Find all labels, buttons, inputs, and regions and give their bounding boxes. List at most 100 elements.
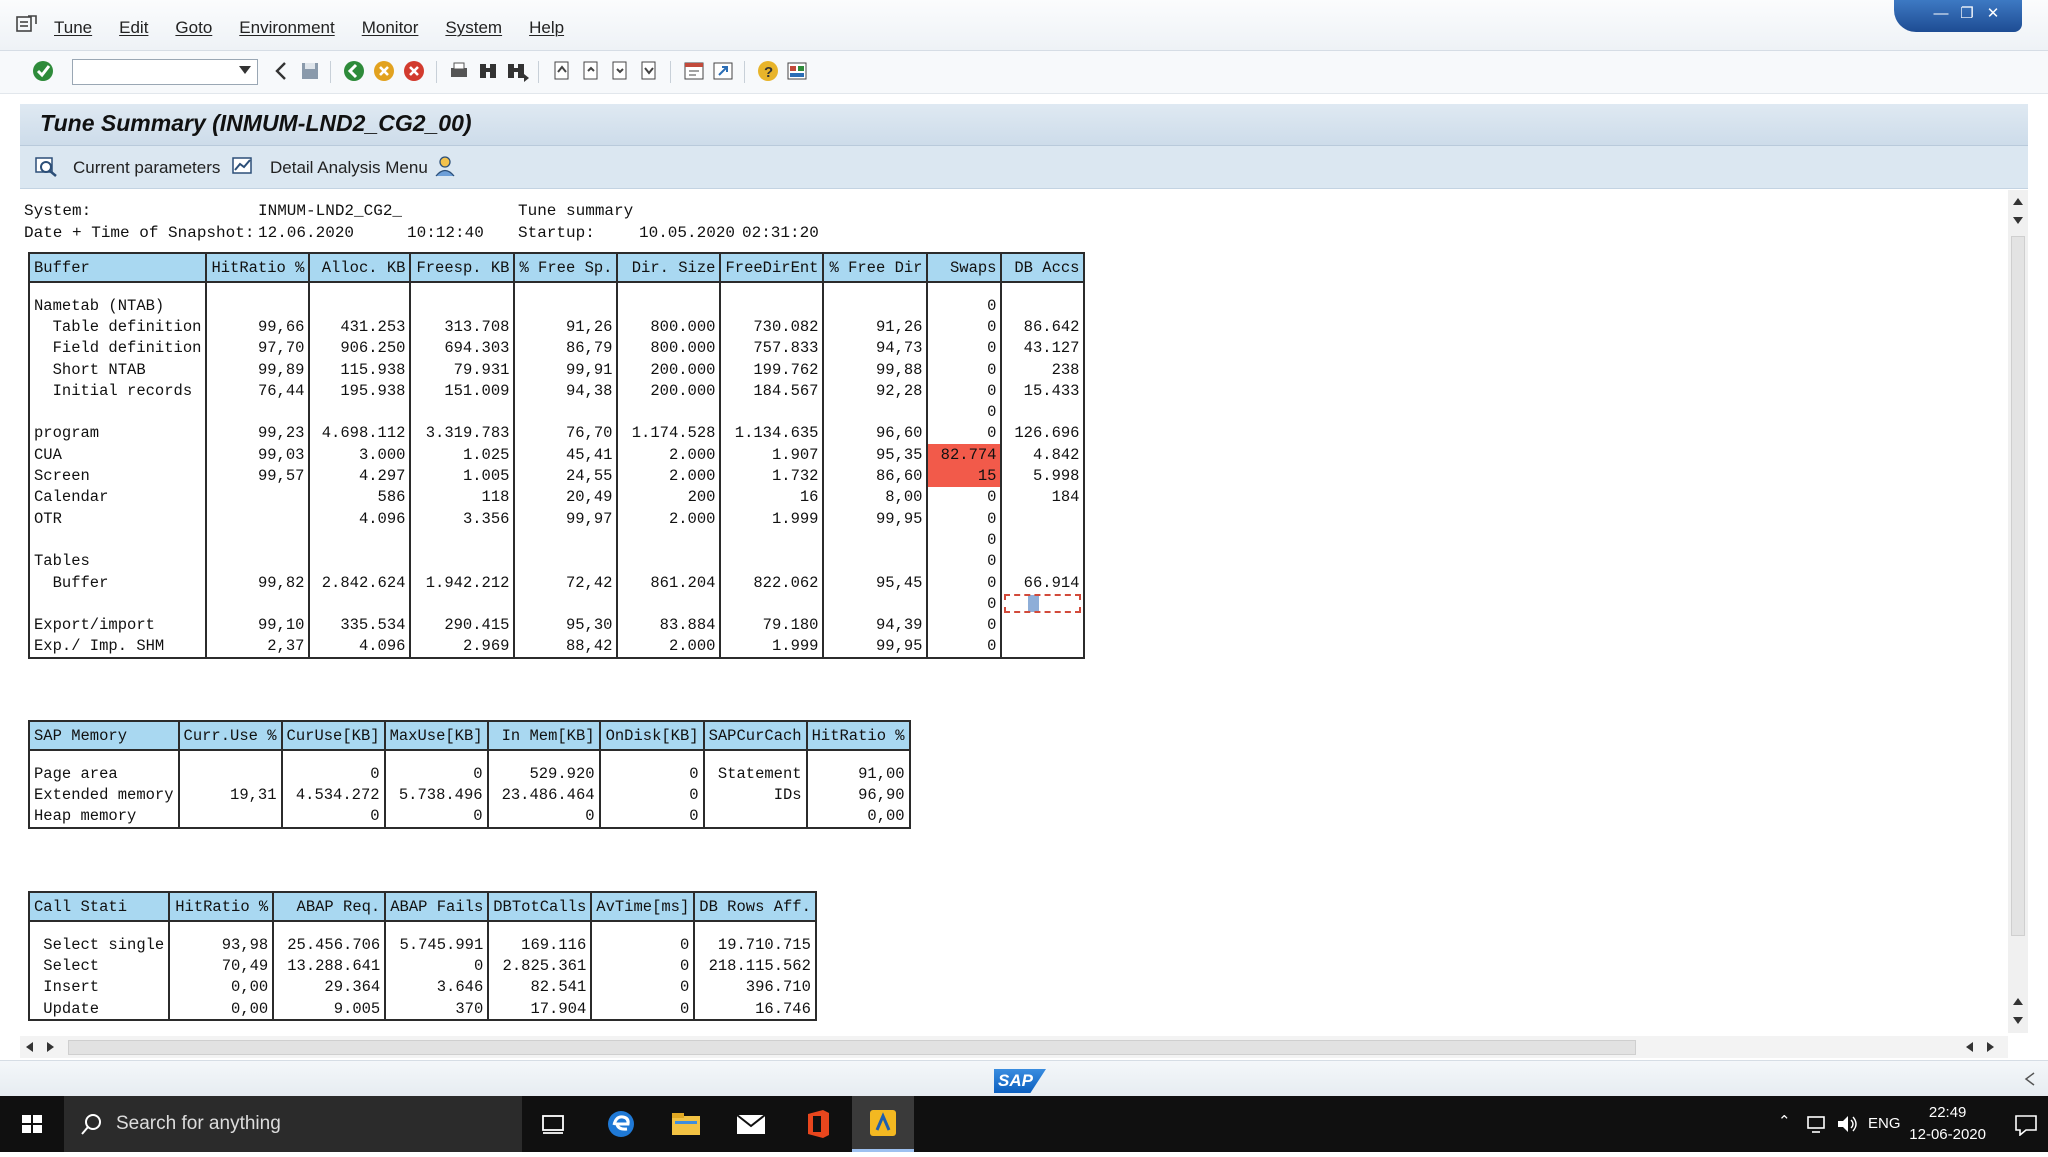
- buffer-cell[interactable]: 1.999: [719, 507, 824, 530]
- buffer-cell[interactable]: 92,28: [822, 380, 928, 402]
- buffer-header-9[interactable]: DB Accs: [1000, 253, 1085, 283]
- buffer-cell[interactable]: [1000, 550, 1085, 572]
- buffer-cell[interactable]: [205, 550, 310, 572]
- buffer-cell[interactable]: 0: [926, 337, 1002, 359]
- call-cell[interactable]: 218.115.562: [693, 955, 816, 977]
- buffer-cell[interactable]: 79.180: [719, 614, 824, 636]
- chevron-up-icon[interactable]: ⌃: [1778, 1112, 1791, 1130]
- call-header-6[interactable]: DB Rows Aff.: [693, 892, 816, 922]
- buffer-cell[interactable]: [29, 401, 206, 422]
- call-cell[interactable]: 17.904: [487, 997, 592, 1021]
- call-header-4[interactable]: DBTotCalls: [487, 892, 592, 922]
- back-arrow-icon[interactable]: [268, 58, 294, 84]
- scroll-page-right-icon[interactable]: [1986, 1041, 1996, 1053]
- buffer-cell[interactable]: 1.942.212: [409, 571, 515, 594]
- buffer-cell[interactable]: 95,45: [822, 571, 928, 594]
- restore-icon[interactable]: ❐: [1956, 5, 1978, 23]
- buffer-cell[interactable]: [205, 295, 310, 317]
- call-cell[interactable]: 0: [384, 955, 489, 977]
- memory-cell[interactable]: [177, 763, 282, 785]
- save-icon[interactable]: [297, 58, 323, 84]
- buffer-cell[interactable]: [308, 401, 411, 423]
- menu-tune[interactable]: Tune: [54, 18, 92, 38]
- buffer-cell[interactable]: 99,95: [822, 635, 928, 659]
- buffer-cell[interactable]: [616, 550, 721, 572]
- call-cell[interactable]: 0: [590, 976, 695, 998]
- buffer-cell[interactable]: 2.000: [616, 635, 721, 659]
- buffer-cell[interactable]: [616, 282, 721, 295]
- buffer-cell[interactable]: 76,70: [513, 422, 618, 445]
- memory-cell[interactable]: 91,00: [805, 763, 910, 785]
- memory-header-6[interactable]: SAPCurCach: [702, 721, 807, 751]
- buffer-cell[interactable]: 94,73: [822, 337, 928, 359]
- buffer-cell[interactable]: [29, 593, 206, 614]
- buffer-cell[interactable]: 66.914: [1000, 571, 1085, 594]
- buffer-cell[interactable]: 238: [1000, 358, 1085, 381]
- buffer-cell[interactable]: 118: [409, 486, 515, 508]
- buffer-cell[interactable]: [822, 295, 928, 317]
- buffer-cell[interactable]: [205, 593, 310, 615]
- buffer-cell[interactable]: Exp./ Imp. SHM: [29, 636, 206, 658]
- buffer-cell[interactable]: Export/import: [29, 614, 206, 635]
- call-cell[interactable]: [168, 921, 274, 934]
- buffer-cell[interactable]: [719, 593, 824, 615]
- buffer-cell[interactable]: Short NTAB: [29, 359, 206, 380]
- buffer-cell[interactable]: Field definition: [29, 338, 206, 359]
- buffer-cell[interactable]: [513, 282, 618, 295]
- buffer-cell[interactable]: 2,37: [205, 635, 310, 659]
- buffer-cell[interactable]: 195.938: [308, 380, 411, 402]
- memory-header-3[interactable]: MaxUse[KB]: [383, 721, 488, 751]
- buffer-cell[interactable]: 290.415: [409, 614, 515, 636]
- buffer-cell[interactable]: [1000, 635, 1085, 659]
- buffer-cell[interactable]: 0: [926, 422, 1002, 445]
- call-cell[interactable]: [29, 921, 169, 934]
- buffer-cell[interactable]: [29, 282, 206, 295]
- buffer-cell[interactable]: 822.062: [719, 571, 824, 594]
- call-header-3[interactable]: ABAP Fails: [384, 892, 489, 922]
- memory-cell[interactable]: 0: [598, 784, 704, 806]
- buffer-cell[interactable]: 99,89: [205, 358, 310, 381]
- buffer-cell[interactable]: [205, 507, 310, 530]
- buffer-cell[interactable]: program: [29, 423, 206, 444]
- call-cell[interactable]: 370: [384, 997, 489, 1021]
- scroll-page-up-icon[interactable]: [2012, 996, 2024, 1006]
- buffer-cell[interactable]: [513, 593, 618, 615]
- exit-icon[interactable]: [371, 58, 397, 84]
- buffer-header-4[interactable]: % Free Sp.: [513, 253, 618, 283]
- current-parameters-icon[interactable]: [34, 155, 58, 177]
- buffer-cell[interactable]: 94,38: [513, 380, 618, 402]
- buffer-cell[interactable]: [409, 529, 515, 551]
- memory-cell[interactable]: [383, 750, 488, 763]
- buffer-cell[interactable]: [409, 295, 515, 317]
- buffer-cell[interactable]: [308, 529, 411, 551]
- buffer-cell[interactable]: [308, 295, 411, 317]
- shortcut-icon[interactable]: [710, 58, 736, 84]
- swap-alert-cell[interactable]: 15: [926, 465, 1002, 487]
- buffer-cell[interactable]: [409, 282, 515, 295]
- call-cell[interactable]: Select single: [29, 934, 169, 955]
- buffer-cell[interactable]: 95,35: [822, 444, 928, 466]
- memory-header-2[interactable]: CurUse[KB]: [280, 721, 385, 751]
- buffer-cell[interactable]: 86,60: [822, 465, 928, 487]
- buffer-cell[interactable]: 313.708: [409, 316, 515, 338]
- scroll-left-icon[interactable]: [24, 1041, 34, 1053]
- print-icon[interactable]: [446, 58, 472, 84]
- buffer-cell[interactable]: [409, 401, 515, 423]
- menu-edit[interactable]: Edit: [119, 18, 148, 38]
- buffer-cell[interactable]: [308, 550, 411, 572]
- buffer-cell[interactable]: [719, 295, 824, 317]
- memory-cell[interactable]: Heap memory: [29, 806, 179, 828]
- vertical-scrollbar[interactable]: [2008, 190, 2028, 1033]
- command-input[interactable]: [76, 61, 235, 85]
- memory-cell[interactable]: 0,00: [805, 805, 910, 828]
- call-header-0[interactable]: Call Stati: [29, 892, 170, 922]
- buffer-cell[interactable]: [822, 282, 928, 295]
- call-cell[interactable]: 9.005: [272, 997, 386, 1021]
- buffer-cell[interactable]: [1000, 529, 1085, 551]
- buffer-cell[interactable]: 431.253: [308, 316, 411, 338]
- buffer-cell[interactable]: 79.931: [409, 358, 515, 381]
- memory-header-7[interactable]: HitRatio %: [805, 721, 910, 751]
- buffer-cell[interactable]: [409, 593, 515, 615]
- buffer-cell[interactable]: 0: [926, 593, 1002, 615]
- call-header-2[interactable]: ABAP Req.: [272, 892, 386, 922]
